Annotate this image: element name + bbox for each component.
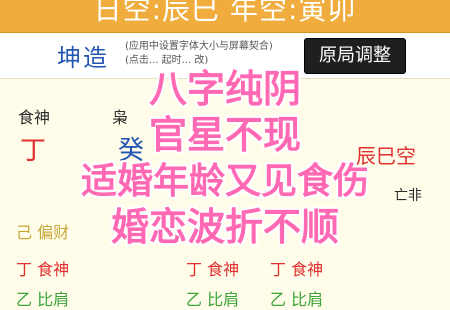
hidden-stem-row: 乙 比肩	[186, 286, 239, 310]
overlay-caption-line-2: 官星不现	[148, 113, 301, 157]
header-note-line1: (应用中设置字体大小与屏幕契合)	[125, 41, 273, 52]
hidden-stem-row: 乙 比肩	[270, 286, 323, 310]
top-bar: 日空:辰巳 年空:寅卯	[0, 0, 450, 33]
hidden-stem: 丁	[270, 260, 287, 279]
hidden-stem: 丁	[186, 260, 203, 279]
hidden-stem-row: 乙 比肩	[16, 286, 69, 310]
hidden-god: 食神	[291, 260, 324, 279]
hidden-god: 食神	[37, 260, 70, 279]
hidden-stem-row: 丁 食神	[16, 256, 69, 280]
hidden-stem-row: 丁 食神	[186, 256, 239, 280]
hidden-stem-row: 丁 食神	[270, 256, 323, 280]
hidden-god: 食神	[207, 260, 240, 279]
hidden-stem: 丁	[16, 260, 33, 279]
overlay-caption-line-4: 婚恋波折不顺	[110, 205, 339, 249]
void-info-title: 日空:辰巳 年空:寅卯	[93, 0, 357, 26]
